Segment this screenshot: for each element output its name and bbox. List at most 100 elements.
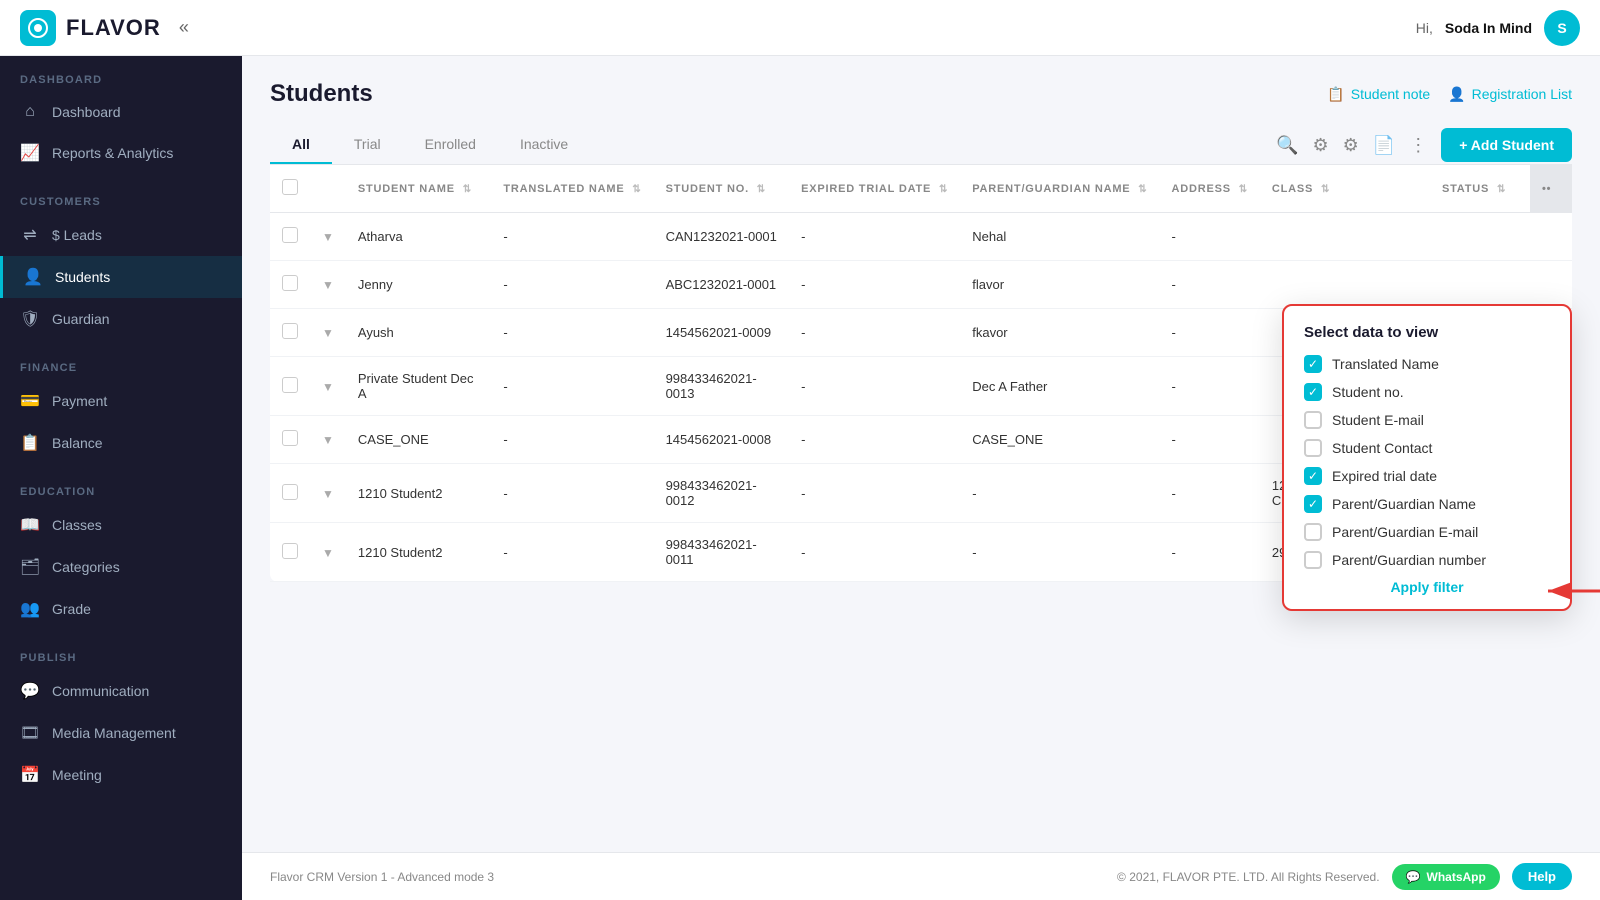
sidebar-item-classes[interactable]: 📖 Classes: [0, 504, 242, 546]
expand-icon[interactable]: ▼: [322, 380, 334, 394]
sidebar-item-balance[interactable]: 📋 Balance: [0, 422, 242, 464]
sidebar-item-leads[interactable]: ⇌ $ Leads: [0, 214, 242, 256]
expand-icon[interactable]: ▼: [322, 433, 334, 447]
sidebar-section-label-dashboard: DASHBOARD: [0, 74, 242, 92]
popup-option-parent-number[interactable]: Parent/Guardian number: [1304, 551, 1550, 569]
sidebar-item-reports[interactable]: 📈 Reports & Analytics: [0, 132, 242, 174]
more-icon[interactable]: ⋮: [1409, 135, 1427, 156]
student-note-btn[interactable]: 📋 Student note: [1327, 86, 1430, 103]
grade-icon: 👥: [20, 599, 40, 619]
sidebar-item-communication[interactable]: 💬 Communication: [0, 670, 242, 712]
popup-checkbox-parent-email[interactable]: [1304, 523, 1322, 541]
col-student-name[interactable]: STUDENT NAME ⇅: [346, 165, 491, 213]
sidebar-item-payment[interactable]: 💳 Payment: [0, 380, 242, 422]
row-checkbox[interactable]: [282, 377, 298, 393]
sidebar: DASHBOARD ⌂ Dashboard 📈 Reports & Analyt…: [0, 56, 242, 900]
sidebar-item-media[interactable]: 🎞 Media Management: [0, 712, 242, 754]
col-translated-name[interactable]: TRANSLATED NAME ⇅: [491, 165, 653, 213]
col-student-no[interactable]: STUDENT NO. ⇅: [654, 165, 789, 213]
col-expired-trial-date[interactable]: EXPIRED TRIAL DATE ⇅: [789, 165, 960, 213]
student-name-cell: 1210 Student2: [346, 464, 491, 523]
export-icon[interactable]: 📄: [1373, 135, 1395, 156]
expand-icon[interactable]: ▼: [322, 278, 334, 292]
row-checkbox[interactable]: [282, 275, 298, 291]
topbar: FLAVOR « Hi, Soda In Mind S: [0, 0, 1600, 56]
popup-checkbox-expired-trial[interactable]: ✓: [1304, 467, 1322, 485]
popup-option-translated-name[interactable]: ✓ Translated Name: [1304, 355, 1550, 373]
sidebar-section-label-publish: PUBLISH: [0, 652, 242, 670]
tab-trial[interactable]: Trial: [332, 126, 403, 164]
popup-label-translated-name: Translated Name: [1332, 356, 1439, 372]
select-all-checkbox[interactable]: [282, 179, 298, 195]
popup-checkbox-student-email[interactable]: [1304, 411, 1322, 429]
registration-list-btn[interactable]: 👤 Registration List: [1448, 86, 1572, 103]
expired-date-cell: -: [789, 357, 960, 416]
sidebar-item-guardian[interactable]: 🛡 Guardian: [0, 298, 242, 340]
search-icon[interactable]: 🔍: [1276, 135, 1298, 156]
add-student-button[interactable]: + Add Student: [1441, 128, 1572, 162]
tab-inactive[interactable]: Inactive: [498, 126, 590, 164]
col-status[interactable]: STATUS ⇅: [1430, 165, 1530, 213]
tab-enrolled[interactable]: Enrolled: [403, 126, 498, 164]
tab-all[interactable]: All: [270, 126, 332, 164]
row-checkbox[interactable]: [282, 484, 298, 500]
popup-option-student-email[interactable]: Student E-mail: [1304, 411, 1550, 429]
popup-checkbox-parent-number[interactable]: [1304, 551, 1322, 569]
expand-icon[interactable]: ▼: [322, 230, 334, 244]
popup-checkbox-translated-name[interactable]: ✓: [1304, 355, 1322, 373]
meeting-icon: 📅: [20, 765, 40, 785]
popup-option-expired-trial[interactable]: ✓ Expired trial date: [1304, 467, 1550, 485]
sidebar-label-students: Students: [55, 269, 110, 285]
expired-date-cell: -: [789, 464, 960, 523]
sidebar-item-grade[interactable]: 👥 Grade: [0, 588, 242, 630]
sidebar-item-categories[interactable]: 🗂 Categories: [0, 546, 242, 588]
page-header: Students 📋 Student note 👤 Registration L…: [270, 80, 1572, 108]
sidebar-item-meeting[interactable]: 📅 Meeting: [0, 754, 242, 796]
student-no-cell: 1454562021-0009: [654, 309, 789, 357]
col-class[interactable]: CLASS ⇅: [1260, 165, 1430, 213]
help-btn[interactable]: Help: [1512, 863, 1572, 890]
popup-option-parent-email[interactable]: Parent/Guardian E-mail: [1304, 523, 1550, 541]
settings-icon[interactable]: ⚙: [1343, 135, 1359, 156]
col-parent-guardian-name[interactable]: PARENT/GUARDIAN NAME ⇅: [960, 165, 1159, 213]
address-cell: -: [1159, 213, 1259, 261]
expand-icon[interactable]: ▼: [322, 487, 334, 501]
whatsapp-label: WhatsApp: [1427, 870, 1486, 884]
popup-checkbox-parent-name[interactable]: ✓: [1304, 495, 1322, 513]
popup-option-student-no[interactable]: ✓ Student no.: [1304, 383, 1550, 401]
sidebar-item-students[interactable]: 👤 Students: [0, 256, 242, 298]
row-checkbox[interactable]: [282, 323, 298, 339]
sidebar-item-dashboard[interactable]: ⌂ Dashboard: [0, 92, 242, 132]
filter-icon[interactable]: ⚙: [1313, 135, 1329, 156]
student-no-cell: ABC1232021-0001: [654, 261, 789, 309]
translated-name-cell: -: [491, 357, 653, 416]
tabs: All Trial Enrolled Inactive: [270, 126, 590, 164]
popup-checkbox-student-no[interactable]: ✓: [1304, 383, 1322, 401]
select-data-popup: Select data to view ✓ Translated Name ✓ …: [1282, 304, 1572, 611]
popup-checkbox-student-contact[interactable]: [1304, 439, 1322, 457]
footer: Flavor CRM Version 1 - Advanced mode 3 ©…: [242, 852, 1600, 900]
sidebar-label-leads: $ Leads: [52, 227, 102, 243]
row-checkbox[interactable]: [282, 430, 298, 446]
logo-area: FLAVOR «: [20, 10, 189, 46]
popup-option-parent-name[interactable]: ✓ Parent/Guardian Name: [1304, 495, 1550, 513]
copyright-text: © 2021, FLAVOR PTE. LTD. All Rights Rese…: [1117, 870, 1380, 884]
avatar[interactable]: S: [1544, 10, 1580, 46]
apply-filter-btn[interactable]: Apply filter: [1304, 579, 1550, 595]
row-checkbox[interactable]: [282, 227, 298, 243]
whatsapp-btn[interactable]: 💬 WhatsApp: [1392, 864, 1500, 890]
student-no-cell: 1454562021-0008: [654, 416, 789, 464]
popup-option-student-contact[interactable]: Student Contact: [1304, 439, 1550, 457]
col-address[interactable]: ADDRESS ⇅: [1159, 165, 1259, 213]
sidebar-section-publish: PUBLISH 💬 Communication 🎞 Media Manageme…: [0, 634, 242, 800]
sidebar-label-reports: Reports & Analytics: [52, 145, 173, 161]
expand-icon[interactable]: ▼: [322, 546, 334, 560]
row-checkbox[interactable]: [282, 543, 298, 559]
sidebar-label-dashboard: Dashboard: [52, 104, 121, 120]
home-icon: ⌂: [20, 103, 40, 121]
user-name: Soda In Mind: [1445, 20, 1532, 36]
content-area: Students 📋 Student note 👤 Registration L…: [242, 56, 1600, 852]
greeting-text: Hi,: [1416, 20, 1433, 36]
collapse-icon[interactable]: «: [179, 17, 189, 38]
expand-icon[interactable]: ▼: [322, 326, 334, 340]
